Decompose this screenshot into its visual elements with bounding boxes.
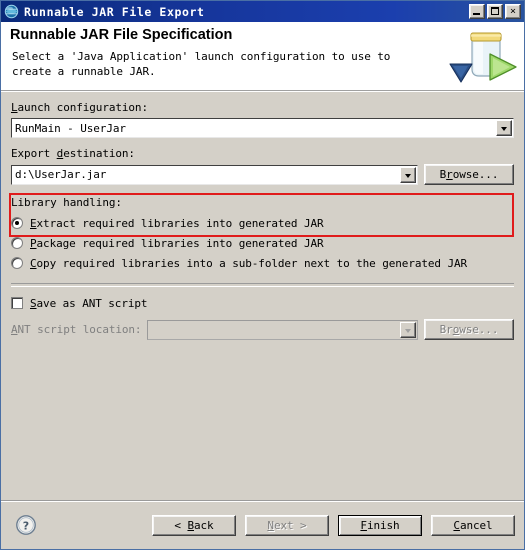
chevron-down-icon — [400, 321, 416, 338]
radio-package-libraries[interactable]: Package required libraries into generate… — [11, 233, 514, 253]
radio-button-icon[interactable] — [11, 257, 23, 269]
maximize-icon — [491, 7, 499, 15]
maximize-button[interactable] — [487, 4, 503, 19]
chevron-down-icon[interactable] — [400, 166, 416, 183]
close-button[interactable]: × — [505, 4, 521, 19]
page-description: Select a 'Java Application' launch confi… — [12, 50, 391, 78]
export-destination-row: d:\UserJar.jar Browse... — [11, 164, 514, 185]
window-title: Runnable JAR File Export — [24, 4, 205, 19]
section-divider — [11, 283, 514, 287]
svg-text:?: ? — [23, 519, 29, 532]
export-destination-combo[interactable]: d:\UserJar.jar — [11, 164, 418, 185]
radio-button-icon[interactable] — [11, 237, 23, 249]
chevron-down-icon[interactable] — [496, 120, 512, 136]
next-button: Next > — [245, 514, 329, 536]
radio-package-libraries-label: Package required libraries into generate… — [30, 236, 324, 250]
dialog-window: Runnable JAR File Export × Runnable JAR … — [0, 0, 525, 550]
ant-script-location-label: ANT script location: — [11, 323, 142, 336]
back-button[interactable]: < Back — [152, 514, 236, 536]
checkbox-icon[interactable] — [11, 297, 23, 309]
minimize-icon — [473, 13, 480, 15]
ant-script-browse-button: Browse... — [424, 319, 514, 340]
radio-extract-libraries-label: Extract required libraries into generate… — [30, 216, 324, 230]
radio-button-icon[interactable] — [11, 217, 23, 229]
wizard-body: Launch configuration: RunMain - UserJar … — [1, 91, 524, 500]
ant-script-location-row: ANT script location: Browse... — [11, 319, 514, 340]
save-as-ant-script-row[interactable]: Save as ANT script — [11, 293, 514, 313]
title-bar[interactable]: Runnable JAR File Export × — [1, 1, 524, 22]
export-destination-value: d:\UserJar.jar — [15, 168, 107, 181]
wizard-header: Runnable JAR File Specification Select a… — [1, 22, 524, 91]
finish-button[interactable]: Finish — [338, 514, 422, 536]
library-handling-group: Extract required libraries into generate… — [11, 213, 514, 273]
radio-extract-libraries[interactable]: Extract required libraries into generate… — [11, 213, 514, 233]
launch-configuration-label: Launch configuration: — [11, 101, 148, 114]
cancel-button[interactable]: Cancel — [431, 514, 515, 536]
ant-script-location-combo — [147, 319, 418, 340]
export-destination-label: Export destination: — [11, 147, 135, 160]
page-title: Runnable JAR File Specification — [10, 27, 233, 43]
library-handling-label: Library handling: — [11, 196, 122, 209]
jar-export-illustration — [448, 22, 520, 90]
screenshot-root: Runnable JAR File Export × Runnable JAR … — [0, 0, 525, 550]
window-controls: × — [469, 4, 522, 19]
launch-configuration-combo[interactable]: RunMain - UserJar — [11, 118, 514, 138]
save-as-ant-script-label: Save as ANT script — [30, 296, 148, 310]
launch-configuration-row: RunMain - UserJar — [11, 118, 514, 138]
export-destination-browse-button[interactable]: Browse... — [424, 164, 514, 185]
radio-copy-libraries[interactable]: Copy required libraries into a sub-folde… — [11, 253, 514, 273]
launch-configuration-value: RunMain - UserJar — [15, 121, 126, 135]
footer-buttons: < Back Next > Finish Cancel — [152, 514, 515, 536]
form-content: Launch configuration: RunMain - UserJar … — [1, 92, 524, 500]
minimize-button[interactable] — [469, 4, 485, 19]
help-question-icon[interactable]: ? — [15, 514, 37, 536]
eclipse-jar-icon — [4, 4, 19, 19]
close-icon: × — [509, 5, 517, 17]
dialog-footer: ? < Back Next > Finish Cancel — [1, 500, 524, 549]
radio-copy-libraries-label: Copy required libraries into a sub-folde… — [30, 256, 468, 270]
